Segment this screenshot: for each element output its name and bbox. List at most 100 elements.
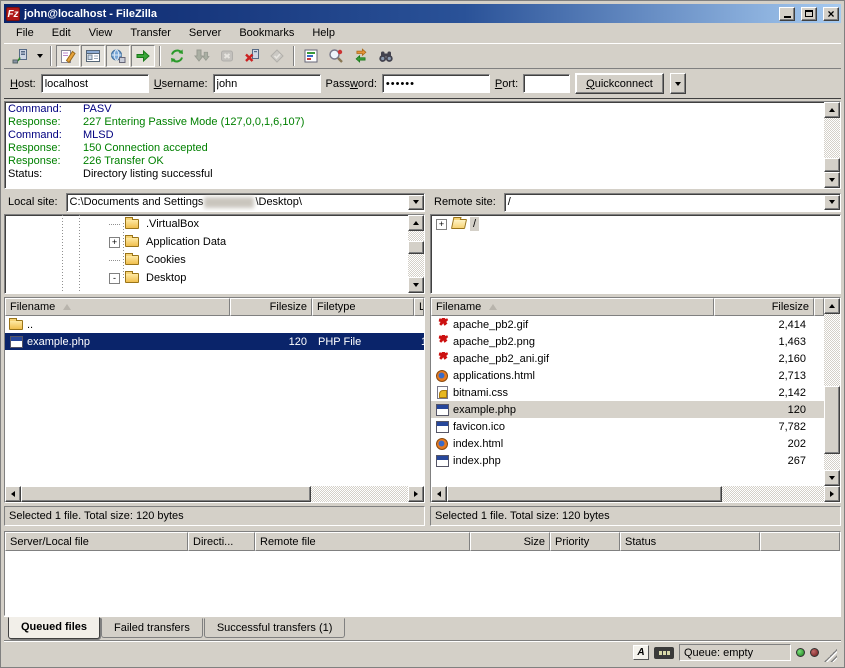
column-header-filetype[interactable]: Filetype bbox=[312, 298, 414, 316]
expand-icon[interactable]: + bbox=[436, 219, 447, 230]
scroll-left-button[interactable] bbox=[5, 486, 21, 502]
menu-transfer[interactable]: Transfer bbox=[122, 25, 179, 41]
site-manager-dropdown[interactable] bbox=[33, 45, 46, 67]
file-row-apache-pb2-gif[interactable]: apache_pb2.gif 2,414 bbox=[431, 316, 824, 333]
reconnect-icon bbox=[269, 48, 285, 64]
file-row-bitnami-css[interactable]: bitnami.css 2,142 bbox=[431, 384, 824, 401]
refresh-button[interactable] bbox=[165, 45, 189, 67]
combobox-dropdown[interactable] bbox=[824, 195, 840, 210]
scroll-down-button[interactable] bbox=[408, 277, 424, 293]
log-scrollbar[interactable] bbox=[824, 102, 840, 188]
scroll-right-button[interactable] bbox=[824, 486, 840, 502]
site-manager-button[interactable] bbox=[8, 45, 32, 67]
column-header-direction[interactable]: Directi... bbox=[188, 532, 255, 551]
toggle-local-tree-button[interactable] bbox=[81, 45, 105, 67]
column-header-modified[interactable]: L bbox=[414, 298, 424, 316]
port-input[interactable] bbox=[523, 74, 570, 93]
combobox-dropdown[interactable] bbox=[408, 195, 424, 210]
log-line: Command:MLSD bbox=[5, 129, 824, 142]
menu-edit[interactable]: Edit bbox=[44, 25, 79, 41]
tab-failed-transfers[interactable]: Failed transfers bbox=[101, 618, 203, 638]
chevron-down-icon bbox=[413, 200, 419, 204]
scroll-down-button[interactable] bbox=[824, 172, 840, 188]
collapse-icon[interactable]: - bbox=[109, 273, 120, 284]
scroll-right-button[interactable] bbox=[408, 486, 424, 502]
file-row-example-php[interactable]: example.php 120 bbox=[431, 401, 824, 418]
host-input[interactable] bbox=[41, 74, 149, 93]
remote-site-combobox[interactable]: / bbox=[504, 193, 841, 212]
column-header-remote-file[interactable]: Remote file bbox=[255, 532, 470, 551]
file-row-index-php[interactable]: index.php 267 bbox=[431, 452, 824, 469]
refresh-icon bbox=[169, 48, 185, 64]
menu-help[interactable]: Help bbox=[304, 25, 343, 41]
compare-directories-button[interactable] bbox=[324, 45, 348, 67]
maximize-button[interactable] bbox=[801, 7, 817, 21]
file-row-apache-pb2-png[interactable]: apache_pb2.png 1,463 bbox=[431, 333, 824, 350]
php-file-icon bbox=[434, 454, 450, 468]
remote-vertical-scrollbar[interactable] bbox=[824, 298, 840, 486]
queue-header: Server/Local file Directi... Remote file… bbox=[5, 532, 840, 551]
column-header-size[interactable]: Size bbox=[470, 532, 550, 551]
tab-queued-files[interactable]: Queued files bbox=[8, 617, 100, 639]
cancel-operation-button[interactable] bbox=[215, 45, 239, 67]
column-header-priority[interactable]: Priority bbox=[550, 532, 620, 551]
scroll-left-button[interactable] bbox=[431, 486, 447, 502]
filter-button[interactable] bbox=[299, 45, 323, 67]
menu-server[interactable]: Server bbox=[181, 25, 229, 41]
tree-item-application-data[interactable]: + Application Data bbox=[5, 233, 408, 251]
tab-successful-transfers[interactable]: Successful transfers (1) bbox=[204, 618, 346, 638]
file-row-apache-pb2-ani-gif[interactable]: apache_pb2_ani.gif 2,160 bbox=[431, 350, 824, 367]
column-header-filename[interactable]: Filename bbox=[5, 298, 230, 316]
quickconnect-dropdown[interactable] bbox=[670, 73, 686, 94]
expand-icon[interactable]: + bbox=[109, 237, 120, 248]
tree-item-desktop[interactable]: - Desktop bbox=[5, 269, 408, 287]
scroll-down-button[interactable] bbox=[824, 470, 840, 486]
tree-item-root[interactable]: + / bbox=[431, 215, 840, 233]
password-input[interactable] bbox=[382, 74, 490, 93]
scrollbar-thumb[interactable] bbox=[824, 158, 840, 172]
local-list-header: Filename Filesize Filetype L bbox=[5, 298, 424, 316]
local-site-combobox[interactable]: C:\Documents and Settings\Desktop\ bbox=[66, 193, 425, 212]
process-queue-button[interactable] bbox=[190, 45, 214, 67]
toggle-message-log-button[interactable] bbox=[56, 45, 80, 67]
scroll-up-button[interactable] bbox=[824, 102, 840, 118]
close-button[interactable]: × bbox=[823, 7, 839, 21]
column-header-server-local-file[interactable]: Server/Local file bbox=[5, 532, 188, 551]
file-row-example-php[interactable]: example.php 120 PHP File 1 bbox=[5, 333, 424, 350]
tree-item-cookies[interactable]: Cookies bbox=[5, 251, 408, 269]
maximize-icon bbox=[805, 10, 813, 17]
scrollbar-thumb[interactable] bbox=[824, 386, 840, 454]
remote-horizontal-scrollbar[interactable] bbox=[431, 486, 840, 502]
resize-grip[interactable] bbox=[824, 649, 837, 662]
local-horizontal-scrollbar[interactable] bbox=[5, 486, 424, 502]
toggle-remote-tree-button[interactable] bbox=[106, 45, 130, 67]
file-row-applications-html[interactable]: applications.html 2,713 bbox=[431, 367, 824, 384]
username-input[interactable] bbox=[213, 74, 321, 93]
scrollbar-thumb[interactable] bbox=[447, 486, 722, 502]
menu-view[interactable]: View bbox=[81, 25, 121, 41]
reconnect-button[interactable] bbox=[265, 45, 289, 67]
file-row-updir[interactable]: .. bbox=[5, 316, 424, 333]
scrollbar-thumb[interactable] bbox=[408, 241, 424, 254]
menu-file[interactable]: File bbox=[8, 25, 42, 41]
minimize-button[interactable] bbox=[779, 7, 795, 21]
find-files-button[interactable] bbox=[374, 45, 398, 67]
scrollbar-thumb[interactable] bbox=[21, 486, 311, 502]
tree-item-virtualbox[interactable]: .VirtualBox bbox=[5, 215, 408, 233]
toggle-transfer-queue-button[interactable] bbox=[131, 45, 155, 67]
column-header-filename[interactable]: Filename bbox=[431, 298, 714, 316]
synchronized-browsing-icon bbox=[353, 48, 369, 64]
quickconnect-button[interactable]: Quickconnect bbox=[575, 73, 664, 94]
menu-bookmarks[interactable]: Bookmarks bbox=[231, 25, 302, 41]
disconnect-button[interactable] bbox=[240, 45, 264, 67]
remote-tree-icon bbox=[110, 48, 126, 64]
scroll-up-button[interactable] bbox=[824, 298, 840, 314]
synchronized-browsing-button[interactable] bbox=[349, 45, 373, 67]
column-header-status[interactable]: Status bbox=[620, 532, 760, 551]
file-row-favicon-ico[interactable]: favicon.ico 7,782 bbox=[431, 418, 824, 435]
local-tree-scrollbar[interactable] bbox=[408, 215, 424, 293]
column-header-filesize[interactable]: Filesize bbox=[714, 298, 814, 316]
file-row-index-html[interactable]: index.html 202 bbox=[431, 435, 824, 452]
scroll-up-button[interactable] bbox=[408, 215, 424, 231]
column-header-filesize[interactable]: Filesize bbox=[230, 298, 312, 316]
